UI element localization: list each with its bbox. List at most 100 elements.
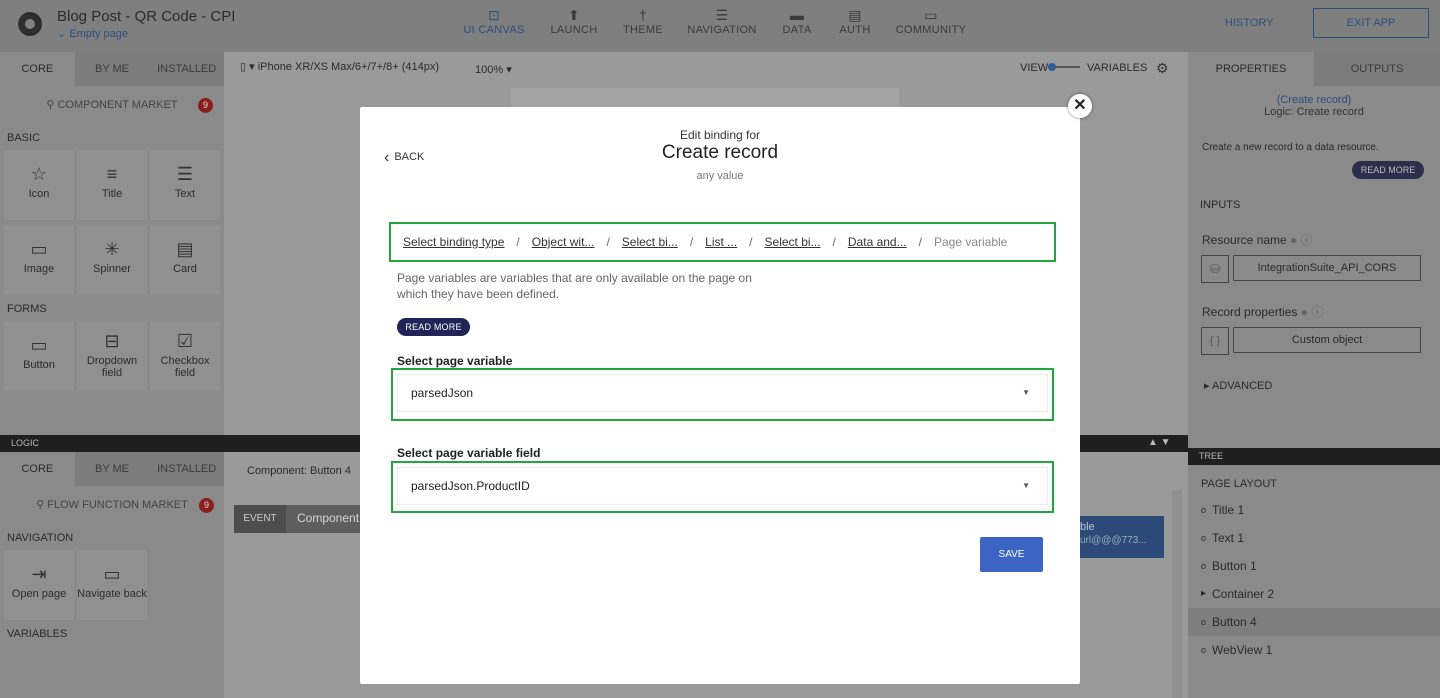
tile-image[interactable]: ▭ Image [4,225,74,295]
record-properties-field[interactable]: Custom object [1233,327,1421,353]
nav-launch[interactable]: ⬆ LAUNCH [534,6,614,36]
page-variable-select[interactable]: parsedJson ▼ [391,368,1054,421]
crumb-binding-type[interactable]: Select binding type [403,235,504,249]
tile-label: Image [23,263,55,275]
nav-community[interactable]: ▭ COMMUNITY [891,6,971,36]
read-more-button[interactable]: READ MORE [397,318,470,336]
variable-node[interactable]: ble url@@@773... [1068,516,1164,558]
tab-installed[interactable]: INSTALLED [149,452,225,486]
collapse-arrows-icon[interactable]: ▲ ▼ [1148,437,1171,448]
tree-item-webview-1[interactable]: WebView 1 [1188,636,1440,664]
page-variable-value: parsedJson [411,386,474,400]
tree-item-button-4[interactable]: Button 4 [1188,608,1440,636]
advanced-toggle[interactable]: ▸ ADVANCED [1188,355,1440,392]
flow-market-link[interactable]: ⚲ FLOW FUNCTION MARKET 9 [0,486,224,524]
crumb-select-2[interactable]: Select bi... [765,235,821,249]
tab-by-me[interactable]: BY ME [74,52,150,86]
crumb-list[interactable]: List ... [705,235,737,249]
tile-dropdown[interactable]: ⊟ Dropdown field [77,321,147,391]
zoom-label: 100% [475,64,504,76]
search-icon: ⚲ [36,499,45,511]
chevron-down-icon: ▼ [1022,481,1030,490]
back-button[interactable]: ‹ BACK [384,149,424,167]
nav-auth[interactable]: ▤ AUTH [815,6,895,36]
device-selector[interactable]: ▯ ▾ iPhone XR/XS Max/6+/7+/8+ (414px) [240,60,439,73]
info-icon: ● ⓘ [1290,233,1313,247]
phone-icon: ▯ ▾ [240,61,258,73]
tab-installed[interactable]: INSTALLED [149,52,225,86]
component-market-label: COMPONENT MARKET [57,99,178,111]
save-button[interactable]: SAVE [980,537,1043,572]
tile-icon[interactable]: ☆ Icon [4,150,74,220]
close-icon[interactable]: ✕ [1068,94,1092,118]
history-button[interactable]: HISTORY [1225,17,1274,29]
tab-by-me[interactable]: BY ME [74,452,150,486]
nav-navigation[interactable]: ☰ NAVIGATION [682,6,762,36]
tile-label: Navigate back [77,588,147,600]
nav-theme[interactable]: † THEME [603,6,683,36]
tile-text[interactable]: ☰ Text [150,150,220,220]
tile-spinner[interactable]: ✳ Spinner [77,225,147,295]
crumb-object[interactable]: Object wit... [532,235,595,249]
nav-label: THEME [623,24,663,36]
crumb-data[interactable]: Data and... [848,235,907,249]
tab-outputs[interactable]: OUTPUTS [1314,52,1440,86]
tile-navigate-back[interactable]: ▭ Navigate back [77,550,147,620]
device-label: iPhone XR/XS Max/6+/7+/8+ (414px) [257,61,439,73]
debug-icon[interactable]: ⚙ [1156,60,1169,77]
forms-grid: ▭ Button ⊟ Dropdown field ☑ Checkbox field [0,321,224,391]
page-selector[interactable]: ⌄ Empty page [57,27,128,40]
logic-scrollbar[interactable] [1172,490,1182,698]
tab-properties[interactable]: PROPERTIES [1188,52,1314,86]
tile-open-page[interactable]: ⇥ Open page [4,550,74,620]
properties-panel: PROPERTIES OUTPUTS (Create record) Logic… [1188,52,1440,448]
resource-name-field[interactable]: IntegrationSuite_API_CORS [1233,255,1421,281]
create-record-link[interactable]: (Create record) [1188,94,1440,106]
page-variable-field-label: Select page variable field [397,446,541,460]
crumb-select-1[interactable]: Select bi... [622,235,678,249]
component-market-link[interactable]: ⚲ COMPONENT MARKET 9 [0,86,224,124]
properties-tabs: PROPERTIES OUTPUTS [1188,52,1440,86]
record-properties-label: Record properties ● ⓘ [1188,283,1440,320]
record-row: { } Custom object [1201,327,1440,355]
crumb-current: Page variable [933,235,1008,249]
search-icon: ⚲ [46,99,55,111]
tree-item-container-2[interactable]: Container 2 [1188,580,1440,608]
checkbox-icon: ☑ [176,331,194,351]
crumb-separator: / [516,235,520,249]
view-variables-toggle[interactable] [1048,63,1080,71]
tile-label: Card [173,263,197,275]
app-logo-icon[interactable] [18,12,42,36]
page-variable-field-value-box[interactable]: parsedJson.ProductID ▼ [397,467,1048,505]
database-icon[interactable]: ⛁ [1201,255,1229,283]
tree-item-title-1[interactable]: Title 1 [1188,496,1440,524]
tile-checkbox[interactable]: ☑ Checkbox field [150,321,220,391]
braces-icon[interactable]: { } [1201,327,1229,355]
record-label-text: Record properties [1202,305,1298,319]
chevron-down-icon: ▼ [1022,388,1030,397]
crumb-separator: / [832,235,836,249]
tree-item-text-1[interactable]: Text 1 [1188,524,1440,552]
tile-title[interactable]: ≡ Title [77,150,147,220]
tile-card[interactable]: ▤ Card [150,225,220,295]
button-icon: ▭ [30,335,48,355]
exit-app-button[interactable]: EXIT APP [1313,8,1429,38]
read-more-button[interactable]: READ MORE [1352,161,1424,179]
nav-label: NAVIGATION [687,24,757,36]
tree-item-button-1[interactable]: Button 1 [1188,552,1440,580]
section-basic: BASIC [7,132,41,144]
page-variable-field-select[interactable]: parsedJson.ProductID ▼ [391,461,1054,513]
tab-core[interactable]: CORE [0,452,75,486]
page-variable-field-value: parsedJson.ProductID [411,479,530,493]
tile-button[interactable]: ▭ Button [4,321,74,391]
event-node-label: Component [297,511,360,525]
zoom-selector[interactable]: 100% ▾ [475,63,512,76]
tab-core[interactable]: CORE [0,52,75,86]
chevron-left-icon: ‹ [384,149,390,166]
page-variable-value-box[interactable]: parsedJson ▼ [397,374,1048,412]
flow-tabs: CORE BY ME INSTALLED [0,452,225,486]
nav-ui-canvas[interactable]: ⊡ UI CANVAS [454,6,534,36]
crumb-separator: / [918,235,922,249]
tile-label: Text [174,188,196,200]
spinner-icon: ✳ [104,239,120,259]
